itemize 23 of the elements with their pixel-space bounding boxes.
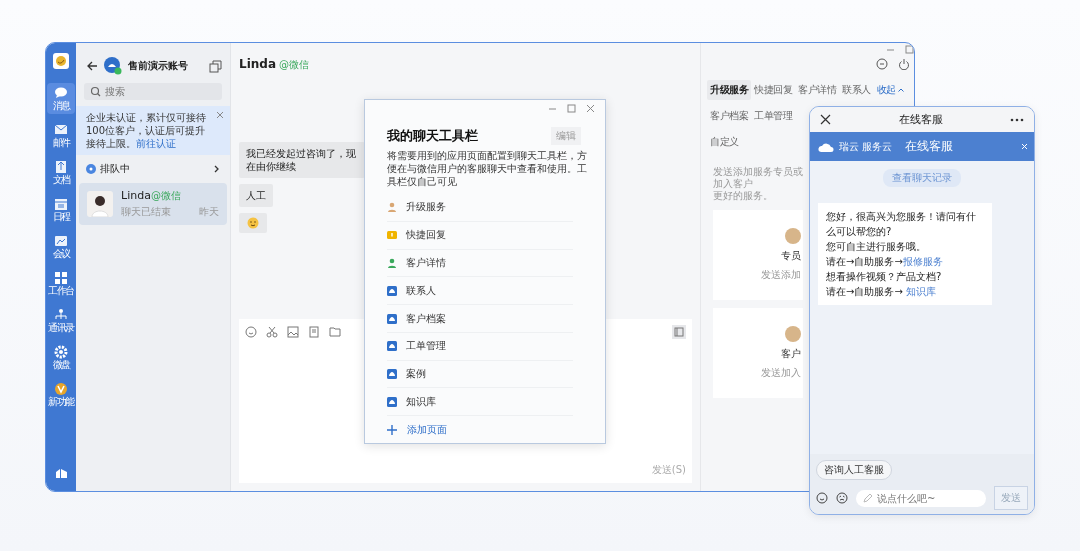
card-text: 发送加入 <box>761 366 801 380</box>
channel-tag: @微信 <box>279 58 309 72</box>
queue-label: 排队中 <box>100 162 131 176</box>
chat-title: Linda <box>239 57 276 71</box>
banner-title: 在线客服 <box>905 138 955 155</box>
card-title: 客户 <box>781 347 801 361</box>
card-title: 专员 <box>781 249 801 263</box>
dialog-description: 将需要用到的应用页面配置到聊天工具栏，方便在与微信用户的客服聊天中查看和使用。工具栏仅自己可见 <box>387 149 588 188</box>
dialog-title: 我的聊天工具栏 <box>387 127 478 145</box>
message-text: 您好，很高兴为您服务！请问有什么可以帮您的? 您可自主进行服务哦。 请在→自助服务→报修服务 想看操作视频？产品文档? 请在→自助服务→ 知识库 <box>818 203 992 305</box>
message-preview: 聊天已结束 <box>121 205 171 219</box>
panel-description: 发送添加服务专员或加入客户 <box>713 166 804 190</box>
window-title: 在线客服 <box>898 112 943 127</box>
panel-description: 更好的服务。 <box>713 190 774 202</box>
message-bubble: 我已经发起过咨询了，现在由你继续 <box>239 142 365 178</box>
brand-name: 瑞云 服务云 <box>839 139 893 154</box>
account-name: 售前演示账号 <box>128 59 189 73</box>
time-label: 昨天 <box>199 205 219 219</box>
notice-text: 企业未认证，累计仅可接待100位客户，认证后可提升接待上限。前往认证 <box>86 111 207 150</box>
card-text: 发送添加 <box>761 268 801 282</box>
channel-tag: @微信 <box>150 189 181 203</box>
message-bubble: 人工 <box>239 184 273 207</box>
contact-name: Linda <box>121 189 151 202</box>
